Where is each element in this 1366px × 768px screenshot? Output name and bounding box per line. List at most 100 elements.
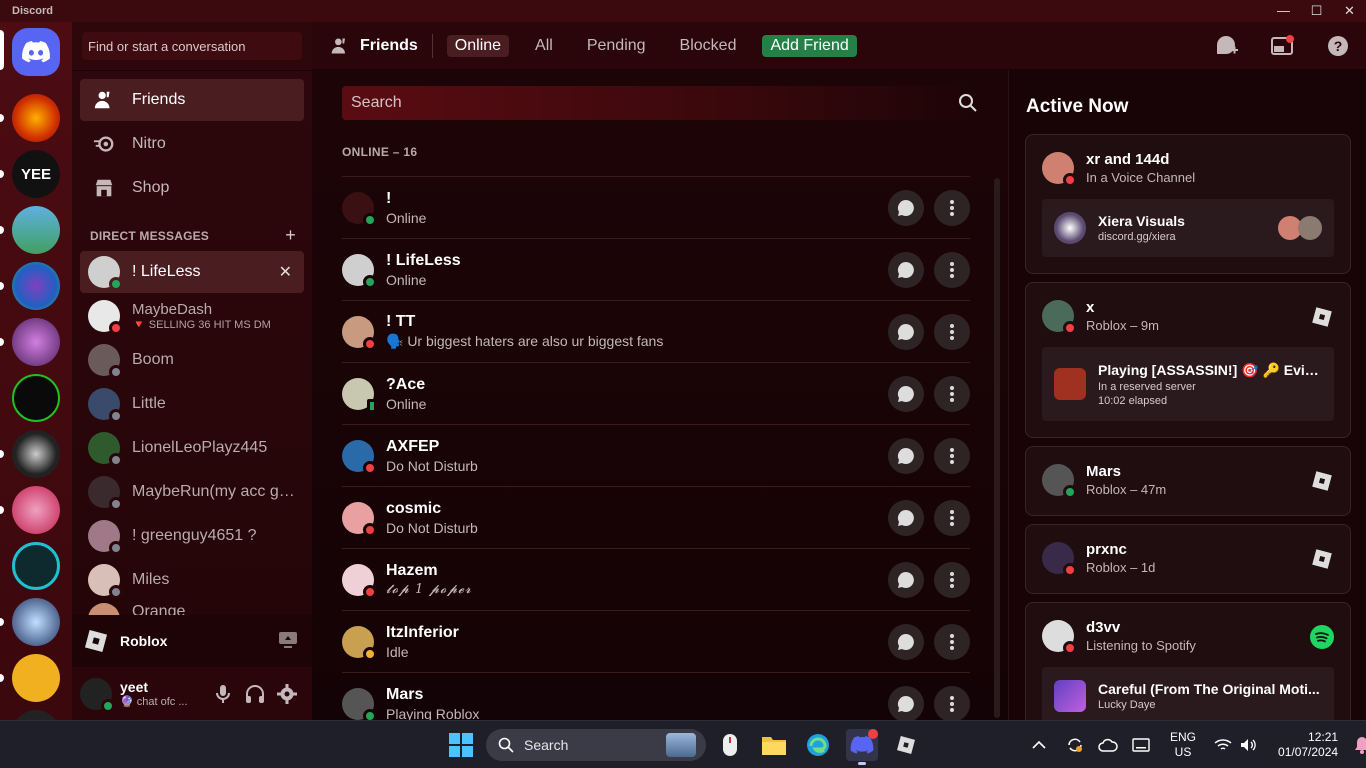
friend-row[interactable]: ! Online: [342, 176, 970, 238]
roblox-taskbar-icon[interactable]: [890, 729, 922, 761]
server-icon[interactable]: [12, 318, 60, 366]
mouse-app-icon[interactable]: [714, 729, 746, 761]
nav-friends[interactable]: Friends: [80, 79, 304, 121]
activity-card[interactable]: prxnc Roblox – 1d: [1025, 524, 1351, 594]
friend-row[interactable]: ! TT 🗣️ Ur biggest haters are also ur big…: [342, 300, 970, 362]
message-icon[interactable]: [888, 438, 924, 474]
friend-row[interactable]: cosmic Do Not Disturb: [342, 486, 970, 548]
notification-bell-icon[interactable]: [1354, 736, 1366, 754]
volume-icon[interactable]: [1240, 738, 1258, 752]
new-group-dm-icon[interactable]: [1214, 34, 1238, 58]
activity-card[interactable]: Mars Roblox – 47m: [1025, 446, 1351, 516]
tab-all[interactable]: All: [527, 35, 561, 57]
activity-card[interactable]: d3vv Listening to Spotify Careful (From T…: [1025, 602, 1351, 720]
tab-blocked[interactable]: Blocked: [672, 35, 745, 57]
nav-shop[interactable]: Shop: [80, 167, 304, 209]
friend-row[interactable]: AXFEP Do Not Disturb: [342, 424, 970, 486]
edge-browser-icon[interactable]: [802, 729, 834, 761]
server-icon[interactable]: [12, 542, 60, 590]
wifi-icon[interactable]: [1214, 738, 1232, 752]
voice-channel-info[interactable]: Xiera Visuals discord.gg/xiera: [1042, 199, 1334, 257]
message-icon[interactable]: [888, 562, 924, 598]
find-conversation-input[interactable]: [82, 32, 302, 60]
close-dm-icon[interactable]: ✕: [279, 262, 292, 282]
game-activity-info[interactable]: Playing [ASSASSIN!] 🎯 🔑 Evictio... In a …: [1042, 347, 1334, 421]
discord-taskbar-icon[interactable]: [846, 729, 878, 765]
more-options-icon[interactable]: [934, 438, 970, 474]
friend-row[interactable]: Hazem 𝓽𝓸𝓹 1 𝓹𝓸𝓹𝓮𝓻: [342, 548, 970, 610]
server-icon[interactable]: [12, 206, 60, 254]
dm-item[interactable]: MaybeRun(my acc got...: [80, 471, 304, 513]
more-options-icon[interactable]: [934, 252, 970, 288]
help-icon[interactable]: ?: [1326, 34, 1350, 58]
friends-search-input[interactable]: [342, 86, 980, 120]
more-options-icon[interactable]: [934, 624, 970, 660]
message-icon[interactable]: [888, 686, 924, 722]
screen-share-icon[interactable]: [278, 631, 298, 654]
dm-item[interactable]: Orange: [80, 603, 304, 615]
server-icon[interactable]: [12, 598, 60, 646]
nav-nitro[interactable]: Nitro: [80, 123, 304, 165]
dm-item[interactable]: ! LifeLess ✕: [80, 251, 304, 293]
sync-icon[interactable]: [1066, 736, 1084, 754]
more-options-icon[interactable]: [934, 500, 970, 536]
more-options-icon[interactable]: [934, 314, 970, 350]
roblox-icon: [80, 625, 112, 657]
server-icon[interactable]: [12, 710, 60, 720]
server-icon[interactable]: [12, 654, 60, 702]
more-options-icon[interactable]: [934, 190, 970, 226]
message-icon[interactable]: [888, 500, 924, 536]
friend-row[interactable]: ItzInferior Idle: [342, 610, 970, 672]
create-dm-button[interactable]: +: [285, 226, 296, 244]
add-friend-button[interactable]: Add Friend: [762, 34, 857, 57]
activity-card[interactable]: xr and 144d In a Voice Channel Xiera Visu…: [1025, 134, 1351, 274]
server-icon[interactable]: YEE: [12, 150, 60, 198]
message-icon[interactable]: [888, 252, 924, 288]
clock[interactable]: 12:21 01/07/2024: [1278, 730, 1338, 760]
spotify-track-info[interactable]: Careful (From The Original Moti... Lucky …: [1042, 667, 1334, 720]
server-icon[interactable]: [12, 374, 60, 422]
more-options-icon[interactable]: [934, 562, 970, 598]
settings-gear-icon[interactable]: [276, 683, 298, 705]
chevron-up-icon[interactable]: [1032, 740, 1046, 750]
server-icon[interactable]: [12, 430, 60, 478]
taskbar-search[interactable]: Search: [486, 729, 706, 761]
minimize-button[interactable]: —: [1267, 0, 1300, 22]
search-icon[interactable]: [958, 93, 978, 118]
message-icon[interactable]: [888, 376, 924, 412]
home-button[interactable]: [12, 28, 60, 76]
maximize-button[interactable]: ☐: [1300, 0, 1333, 22]
friend-row[interactable]: ?Ace Online: [342, 362, 970, 424]
tab-pending[interactable]: Pending: [579, 35, 654, 57]
dm-item[interactable]: Boom: [80, 339, 304, 381]
keyboard-icon[interactable]: [1132, 738, 1150, 752]
activity-card[interactable]: x Roblox – 9m Playing [ASSASSIN!] 🎯 🔑 Evi…: [1025, 282, 1351, 438]
close-window-button[interactable]: ✕: [1333, 0, 1366, 22]
message-icon[interactable]: [888, 190, 924, 226]
server-icon[interactable]: [12, 262, 60, 310]
microphone-icon[interactable]: [212, 683, 234, 705]
dm-item[interactable]: Miles: [80, 559, 304, 601]
server-icon[interactable]: [12, 486, 60, 534]
more-options-icon[interactable]: [934, 686, 970, 722]
windows-start-icon[interactable]: [449, 733, 473, 762]
dm-item[interactable]: MaybeDash 🔻 SELLING 36 HIT MS DM: [80, 295, 304, 337]
dm-item[interactable]: ! greenguy4651 ?: [80, 515, 304, 557]
message-icon[interactable]: [888, 624, 924, 660]
message-icon[interactable]: [888, 314, 924, 350]
language-indicator[interactable]: ENG US: [1170, 730, 1196, 760]
more-options-icon[interactable]: [934, 376, 970, 412]
inbox-icon[interactable]: [1270, 34, 1294, 58]
avatar: [342, 377, 377, 413]
dm-item[interactable]: Little: [80, 383, 304, 425]
cloud-icon[interactable]: [1098, 737, 1118, 753]
user-avatar[interactable]: [80, 677, 115, 713]
scrollbar[interactable]: [994, 178, 1000, 718]
dm-item[interactable]: LionelLeoPlayz445: [80, 427, 304, 469]
tab-online[interactable]: Online: [446, 34, 510, 57]
friend-row[interactable]: ! LifeLess Online: [342, 238, 970, 300]
file-explorer-icon[interactable]: [758, 729, 790, 761]
headphones-icon[interactable]: [244, 683, 266, 705]
server-icon[interactable]: [12, 94, 60, 142]
activity-panel[interactable]: Roblox: [72, 615, 312, 667]
